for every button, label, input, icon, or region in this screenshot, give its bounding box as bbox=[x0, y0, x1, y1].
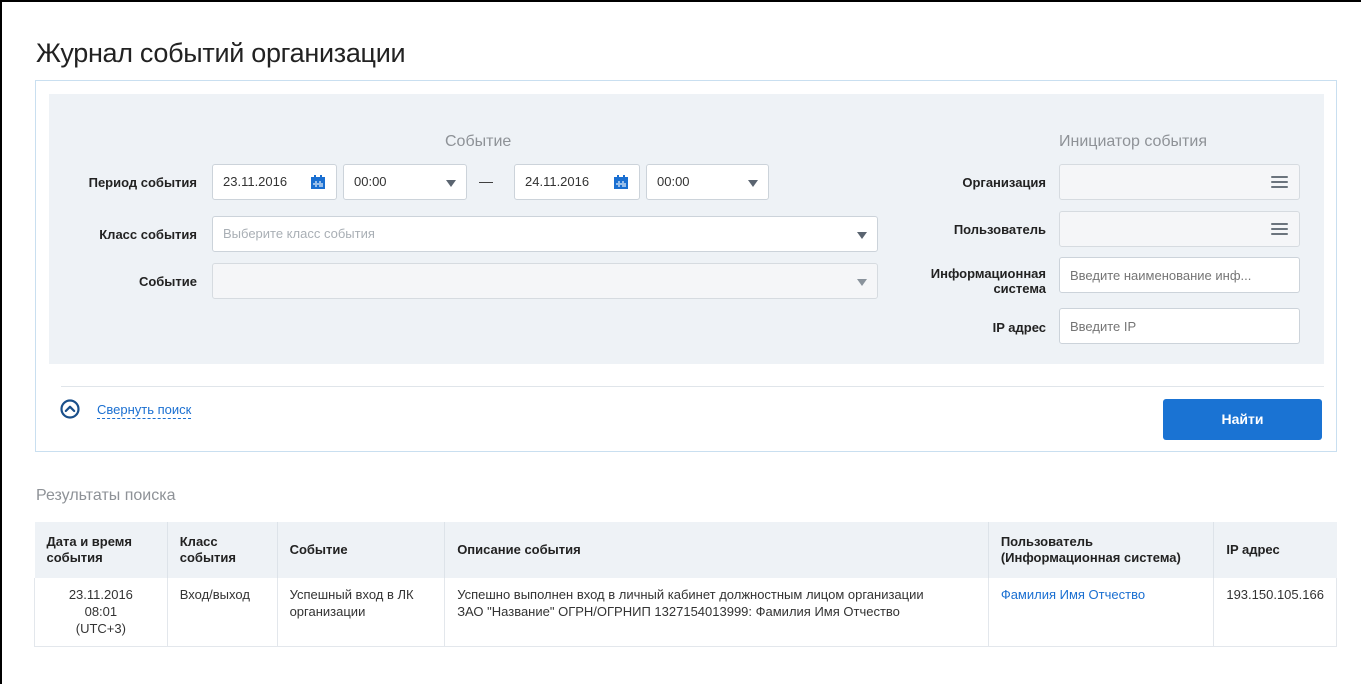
date-from-input[interactable]: 23.11.2016 bbox=[212, 164, 337, 200]
organization-label: Организация bbox=[962, 175, 1046, 190]
user-link[interactable]: Фамилия Имя Отчество bbox=[1001, 587, 1145, 602]
ip-input[interactable] bbox=[1059, 308, 1300, 344]
calendar-icon[interactable] bbox=[310, 174, 326, 190]
period-separator: — bbox=[479, 173, 493, 189]
period-label: Период события bbox=[88, 175, 197, 190]
results-title: Результаты поиска bbox=[36, 487, 176, 504]
frame-left-border bbox=[0, 0, 2, 684]
chevron-down-icon bbox=[857, 232, 867, 239]
info-system-label: Информационная система bbox=[930, 266, 1046, 296]
event-label: Событие bbox=[138, 274, 197, 289]
list-menu-icon[interactable] bbox=[1271, 176, 1288, 189]
column-header-event[interactable]: Событие bbox=[277, 522, 446, 578]
page-title: Журнал событий организации bbox=[36, 38, 406, 68]
cell-event: Успешный вход в ЛК организации bbox=[277, 578, 446, 647]
cell-class: Вход/выход bbox=[167, 578, 278, 647]
initiator-section-title: Инициатор события bbox=[1059, 133, 1207, 150]
table-row: 23.11.2016 08:01 (UTC+3) Вход/выход Успе… bbox=[34, 578, 1337, 647]
column-header-datetime[interactable]: Дата и время события bbox=[34, 522, 168, 578]
chevron-down-icon bbox=[446, 180, 456, 187]
panel-divider bbox=[61, 386, 1324, 387]
ip-label: IP адрес bbox=[992, 320, 1046, 335]
cell-ip: 193.150.105.166 bbox=[1213, 578, 1337, 647]
event-class-label: Класс события bbox=[99, 227, 197, 242]
calendar-icon[interactable] bbox=[613, 174, 629, 190]
filter-area: Событие Инициатор события Период события… bbox=[49, 94, 1324, 364]
find-button[interactable]: Найти bbox=[1163, 399, 1322, 440]
user-label: Пользователь bbox=[953, 222, 1046, 237]
cell-datetime: 23.11.2016 08:01 (UTC+3) bbox=[34, 578, 168, 647]
search-panel: Событие Инициатор события Период события… bbox=[35, 80, 1337, 452]
chevron-down-icon bbox=[857, 279, 867, 286]
event-select[interactable] bbox=[212, 263, 878, 299]
chevron-up-circle-icon[interactable] bbox=[60, 399, 80, 419]
time-to-select[interactable]: 00:00 bbox=[646, 164, 769, 200]
list-menu-icon[interactable] bbox=[1271, 223, 1288, 236]
organization-field[interactable] bbox=[1059, 164, 1300, 200]
event-class-select[interactable]: Выберите класс события bbox=[212, 216, 878, 252]
collapse-search-link[interactable]: Свернуть поиск bbox=[97, 402, 192, 419]
chevron-down-icon bbox=[748, 180, 758, 187]
frame-top-border bbox=[0, 0, 1361, 2]
date-to-input[interactable]: 24.11.2016 bbox=[514, 164, 640, 200]
cell-user: Фамилия Имя Отчество bbox=[988, 578, 1215, 647]
table-header-row: Дата и время события Класс события Событие… bbox=[34, 522, 1337, 578]
event-section-title: Событие bbox=[445, 133, 512, 150]
column-header-ip[interactable]: IP адрес bbox=[1213, 522, 1337, 578]
user-field[interactable] bbox=[1059, 211, 1300, 247]
info-system-input[interactable] bbox=[1059, 257, 1300, 293]
column-header-class[interactable]: Класс события bbox=[167, 522, 278, 578]
column-header-description[interactable]: Описание события bbox=[444, 522, 989, 578]
time-from-select[interactable]: 00:00 bbox=[343, 164, 467, 200]
results-table: Дата и время события Класс события Событие… bbox=[34, 522, 1337, 647]
column-header-user[interactable]: Пользователь (Информационная система) bbox=[988, 522, 1215, 578]
cell-description: Успешно выполнен вход в личный кабинет д… bbox=[444, 578, 989, 647]
